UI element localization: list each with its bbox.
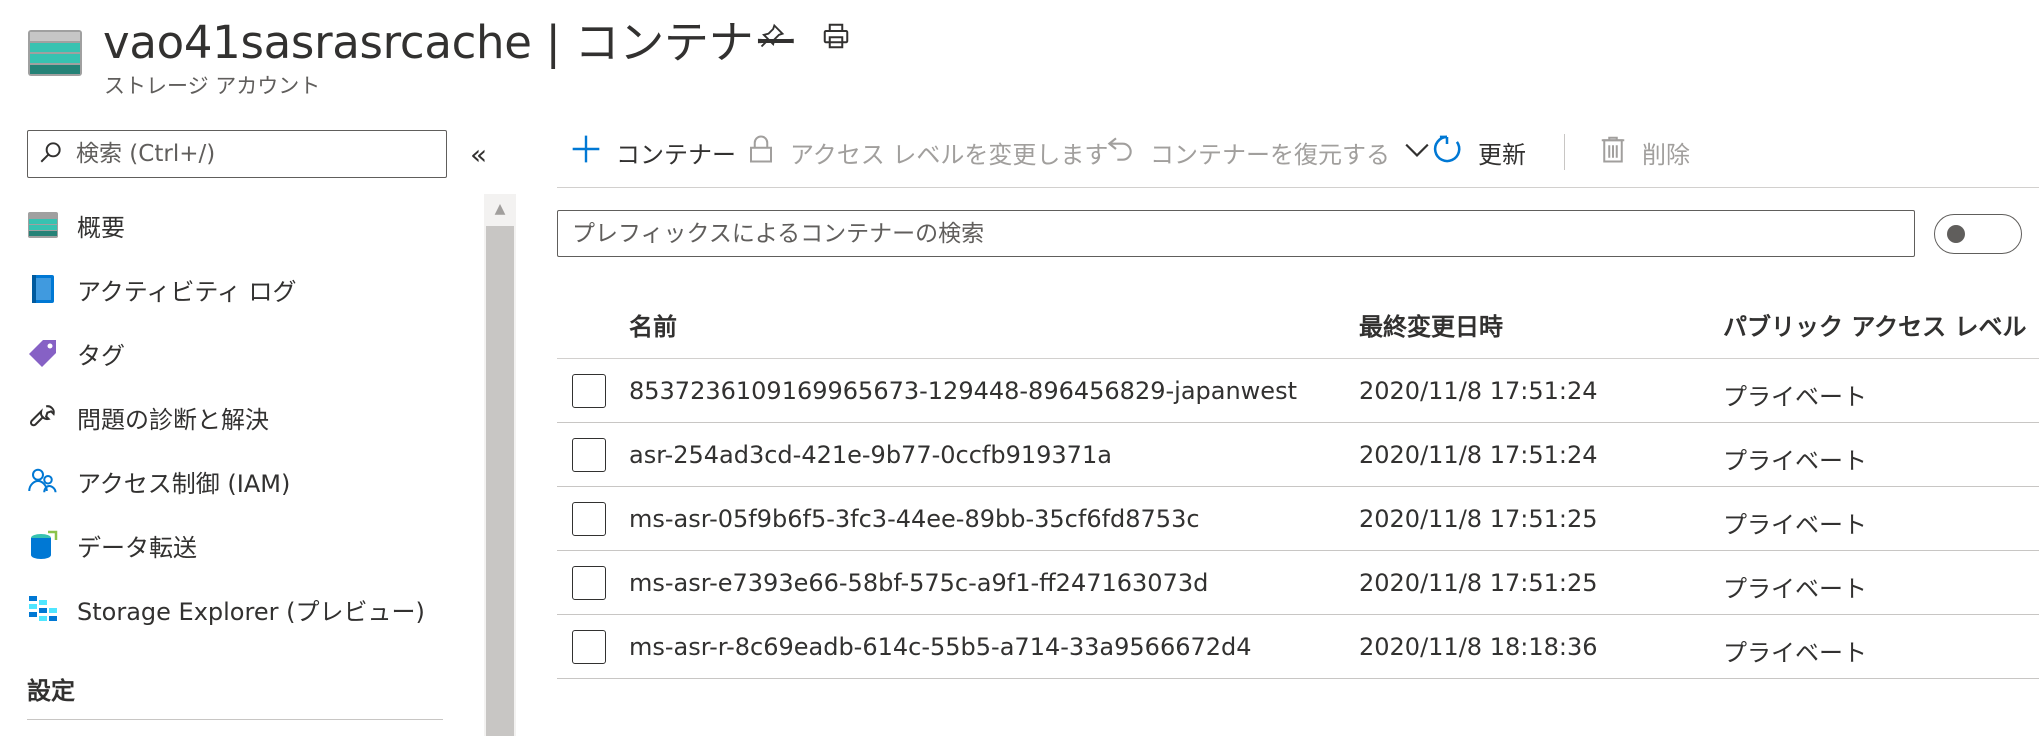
column-header-modified[interactable]: 最終変更日時: [1359, 307, 1503, 342]
modified-date: 2020/11/8 17:51:25: [1359, 569, 1598, 597]
people-icon: [27, 465, 59, 497]
restore-containers-button[interactable]: コンテナーを復元する: [1104, 128, 1430, 176]
change-access-level-button[interactable]: アクセス レベルを変更します: [746, 128, 1108, 176]
section-divider: [27, 719, 443, 720]
container-name[interactable]: ms-asr-r-8c69eadb-614c-55b5-a714-33a9566…: [629, 633, 1252, 661]
sidebar-item-storage-explorer[interactable]: Storage Explorer (プレビュー): [27, 587, 467, 631]
sidebar-item-label: データ転送: [77, 533, 197, 562]
container-search-input[interactable]: [572, 220, 1914, 247]
sidebar-item-tags[interactable]: タグ: [27, 331, 467, 375]
sidebar-item-label: タグ: [77, 341, 125, 370]
settings-section-header: 設定: [27, 677, 75, 705]
table-row[interactable]: 8537236109169965673-129448-896456829-jap…: [557, 359, 2039, 423]
row-checkbox[interactable]: [572, 630, 606, 664]
container-name[interactable]: 8537236109169965673-129448-896456829-jap…: [629, 377, 1297, 405]
sidebar-item-iam[interactable]: アクセス制御 (IAM): [27, 459, 467, 503]
activity-log-icon: [27, 273, 59, 305]
modified-date: 2020/11/8 17:51:25: [1359, 505, 1598, 533]
row-checkbox[interactable]: [572, 374, 606, 408]
table-row[interactable]: ms-asr-e7393e66-58bf-575c-a9f1-ff2471630…: [557, 551, 2039, 615]
toggle-knob: [1947, 225, 1965, 243]
sidebar-item-activity-log[interactable]: アクティビティ ログ: [27, 267, 467, 311]
toolbar-separator: [1564, 134, 1565, 170]
search-icon: [38, 139, 64, 169]
column-header-access[interactable]: パブリック アクセス レベル: [1723, 307, 2027, 342]
access-level: プライベート: [1723, 511, 1867, 539]
modified-date: 2020/11/8 17:51:24: [1359, 377, 1598, 405]
sidebar-item-label: アクセス制御 (IAM): [77, 469, 291, 498]
storage-account-icon: [28, 30, 82, 76]
sidebar-item-label: 概要: [77, 213, 125, 242]
row-checkbox[interactable]: [572, 502, 606, 536]
sidebar-item-overview[interactable]: 概要: [27, 203, 467, 247]
access-level: プライベート: [1723, 383, 1867, 411]
sidebar-search-input[interactable]: [76, 141, 416, 167]
access-level: プライベート: [1723, 639, 1867, 667]
row-checkbox[interactable]: [572, 566, 606, 600]
modified-date: 2020/11/8 18:18:36: [1359, 633, 1598, 661]
storage-explorer-icon: [27, 593, 59, 625]
scroll-up-icon[interactable]: ▲: [484, 194, 516, 224]
scrollbar-thumb[interactable]: [486, 226, 514, 736]
sidebar-search[interactable]: [27, 130, 447, 178]
access-level: プライベート: [1723, 447, 1867, 475]
overview-icon: [27, 209, 59, 241]
sidebar-item-label: アクティビティ ログ: [77, 277, 297, 306]
trash-icon: [1598, 133, 1628, 171]
sidebar-item-label: Storage Explorer (プレビュー): [77, 597, 425, 626]
pin-icon[interactable]: [754, 18, 790, 54]
container-name[interactable]: asr-254ad3cd-421e-9b77-0ccfb919371a: [629, 441, 1112, 469]
refresh-icon: [1430, 132, 1464, 172]
table-row[interactable]: ms-asr-05f9b6f5-3fc3-44ee-89bb-35cf6fd87…: [557, 487, 2039, 551]
access-level: プライベート: [1723, 575, 1867, 603]
undo-icon: [1104, 133, 1136, 171]
add-container-button[interactable]: コンテナー: [570, 128, 736, 176]
wrench-icon: [27, 401, 59, 433]
refresh-button[interactable]: 更新: [1430, 128, 1526, 176]
table-row[interactable]: asr-254ad3cd-421e-9b77-0ccfb919371a 2020…: [557, 423, 2039, 487]
row-checkbox[interactable]: [572, 438, 606, 472]
container-filter[interactable]: [557, 210, 1915, 257]
plus-icon: [570, 133, 602, 171]
table-row[interactable]: ms-asr-r-8c69eadb-614c-55b5-a714-33a9566…: [557, 615, 2039, 679]
chevron-down-icon[interactable]: [1404, 138, 1430, 166]
sidebar-item-label: 問題の診断と解決: [77, 405, 269, 434]
modified-date: 2020/11/8 17:51:24: [1359, 441, 1598, 469]
container-name[interactable]: ms-asr-e7393e66-58bf-575c-a9f1-ff2471630…: [629, 569, 1208, 597]
sidebar-item-diagnose[interactable]: 問題の診断と解決: [27, 395, 467, 439]
tag-icon: [27, 337, 59, 369]
page-title: vao41sasrasrcache | コンテナー: [103, 16, 799, 69]
show-deleted-toggle[interactable]: [1934, 214, 2022, 254]
lock-icon: [746, 133, 776, 171]
container-name[interactable]: ms-asr-05f9b6f5-3fc3-44ee-89bb-35cf6fd87…: [629, 505, 1200, 533]
print-icon[interactable]: [818, 18, 854, 54]
collapse-sidebar-button[interactable]: «: [470, 138, 487, 171]
data-transfer-icon: [27, 529, 59, 561]
page-subtitle: ストレージ アカウント: [104, 74, 321, 98]
toolbar-divider: [557, 187, 2039, 188]
delete-button[interactable]: 削除: [1598, 128, 1690, 176]
sidebar-item-data-transfer[interactable]: データ転送: [27, 523, 467, 567]
column-header-name[interactable]: 名前: [629, 307, 677, 342]
